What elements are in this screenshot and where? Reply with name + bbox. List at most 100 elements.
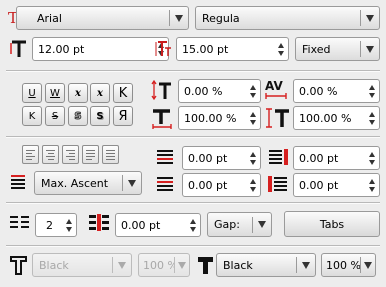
spin-buttons[interactable] <box>365 147 379 169</box>
spin-buttons[interactable] <box>246 107 260 129</box>
spin-buttons[interactable] <box>246 80 260 102</box>
horizontal-scale-icon <box>150 107 174 129</box>
stroke-color-value: Black <box>39 258 69 272</box>
gap-mode-select[interactable]: Gap: <box>207 212 272 237</box>
fill-shade-select[interactable]: 100 % <box>321 253 376 277</box>
spin-buttons[interactable] <box>246 174 260 196</box>
column-gap-input[interactable]: 0.00 pt <box>115 213 201 237</box>
spin-buttons[interactable] <box>274 38 288 60</box>
tracking-value: 0.00 % <box>299 84 338 98</box>
outline-label: S <box>74 110 82 122</box>
spin-buttons[interactable] <box>246 147 260 169</box>
spin-buttons[interactable] <box>62 214 76 236</box>
vertical-scale-input[interactable]: 100.00 % <box>293 106 380 130</box>
spin-buttons[interactable] <box>365 107 379 129</box>
space-above-input[interactable]: 0.00 pt <box>182 146 261 170</box>
stroke-color-icon <box>9 254 29 276</box>
first-line-offset-select[interactable]: Max. Ascent <box>34 171 142 195</box>
line-spacing-input[interactable]: 15.00 pt <box>176 37 289 61</box>
divider <box>6 202 380 204</box>
column-count-input[interactable]: 2 <box>35 213 77 237</box>
space-below-right-input[interactable]: 0.00 pt <box>293 173 380 197</box>
font-style-value: Regula <box>202 11 240 25</box>
chevron-down-icon <box>361 254 375 276</box>
svg-text:AV: AV <box>265 79 283 93</box>
fill-color-select[interactable]: Black <box>216 253 316 277</box>
spacing-mode-value: Fixed <box>302 42 331 56</box>
underline-words-button[interactable]: W <box>45 83 65 103</box>
space-below-right-value: 0.00 pt <box>299 178 339 192</box>
tabs-button[interactable]: Tabs <box>284 211 380 237</box>
shadow-button[interactable]: S <box>90 106 110 126</box>
tracking-input[interactable]: 0.00 % <box>293 79 380 103</box>
space-above-right-value: 0.00 pt <box>299 151 339 165</box>
strikethrough-button[interactable]: S <box>45 106 65 126</box>
column-count-value: 2 <box>46 218 53 232</box>
space-above-value: 0.00 pt <box>188 151 228 165</box>
small-caps-label: K <box>28 110 36 122</box>
chevron-down-icon <box>113 254 131 276</box>
space-below-input[interactable]: 0.00 pt <box>182 173 261 197</box>
baseline-offset-value: 0.00 % <box>184 84 223 98</box>
align-forced-button[interactable] <box>102 145 119 164</box>
outline-button[interactable]: S <box>68 106 88 126</box>
column-gap-value: 0.00 pt <box>121 218 161 232</box>
underline-words-label: W <box>50 87 60 99</box>
space-below-icon <box>156 176 176 192</box>
first-line-offset-icon <box>10 173 28 191</box>
column-gap-icon <box>89 214 111 232</box>
chevron-down-icon <box>170 7 188 29</box>
stroke-shade-select[interactable]: 100 % <box>138 253 190 277</box>
strikethrough-label: S <box>51 110 59 122</box>
reverse-label: Я <box>118 108 128 124</box>
font-style-select[interactable]: Regula <box>195 6 380 30</box>
small-caps-button[interactable]: K <box>22 106 42 126</box>
fill-color-icon <box>196 254 216 276</box>
subscript-button[interactable]: x <box>68 83 88 103</box>
fill-color-value: Black <box>223 258 253 272</box>
gap-mode-label: Gap: <box>214 218 240 231</box>
all-caps-button[interactable]: K <box>113 83 133 103</box>
tracking-icon: AV <box>264 78 290 100</box>
space-above-icon <box>156 149 176 165</box>
font-family-value: Arial <box>37 11 62 25</box>
baseline-offset-icon <box>150 79 174 101</box>
horizontal-scale-value: 100.00 % <box>184 111 237 125</box>
first-line-offset-value: Max. Ascent <box>41 176 109 190</box>
align-center-button[interactable] <box>42 145 59 164</box>
stroke-shade-value: 100 % <box>143 258 174 272</box>
spin-buttons[interactable] <box>186 214 200 236</box>
space-above-right-input[interactable]: 0.00 pt <box>293 146 380 170</box>
horizontal-scale-input[interactable]: 100.00 % <box>178 106 261 130</box>
underline-button[interactable]: U <box>22 83 42 103</box>
font-family-select[interactable]: Arial <box>16 6 189 30</box>
stroke-color-select[interactable]: Black <box>32 253 132 277</box>
font-size-input[interactable]: 12.00 pt <box>32 37 169 61</box>
align-justify-button[interactable] <box>82 145 99 164</box>
spin-buttons[interactable] <box>365 80 379 102</box>
divider <box>6 136 380 138</box>
left-indent-icon <box>268 176 290 192</box>
font-size-value: 12.00 pt <box>38 42 85 56</box>
all-caps-label: K <box>118 85 128 101</box>
columns-icon <box>10 215 30 231</box>
fill-shade-value: 100 % <box>326 258 360 272</box>
vertical-scale-value: 100.00 % <box>299 111 352 125</box>
spin-buttons[interactable] <box>365 174 379 196</box>
divider <box>6 245 380 247</box>
reverse-button[interactable]: Я <box>113 106 133 126</box>
chevron-down-icon <box>175 254 189 276</box>
baseline-offset-input[interactable]: 0.00 % <box>178 79 261 103</box>
shadow-label: S <box>96 110 104 122</box>
line-spacing-value: 15.00 pt <box>182 42 229 56</box>
align-right-button[interactable] <box>62 145 79 164</box>
superscript-button[interactable]: x <box>90 83 110 103</box>
chevron-down-icon <box>361 7 379 29</box>
spacing-mode-select[interactable]: Fixed <box>295 37 380 61</box>
underline-label: U <box>28 87 36 99</box>
divider <box>6 70 380 72</box>
subscript-label: x <box>75 87 81 99</box>
chevron-down-icon <box>297 254 315 276</box>
align-left-button[interactable] <box>22 145 39 164</box>
chevron-down-icon <box>253 213 271 236</box>
